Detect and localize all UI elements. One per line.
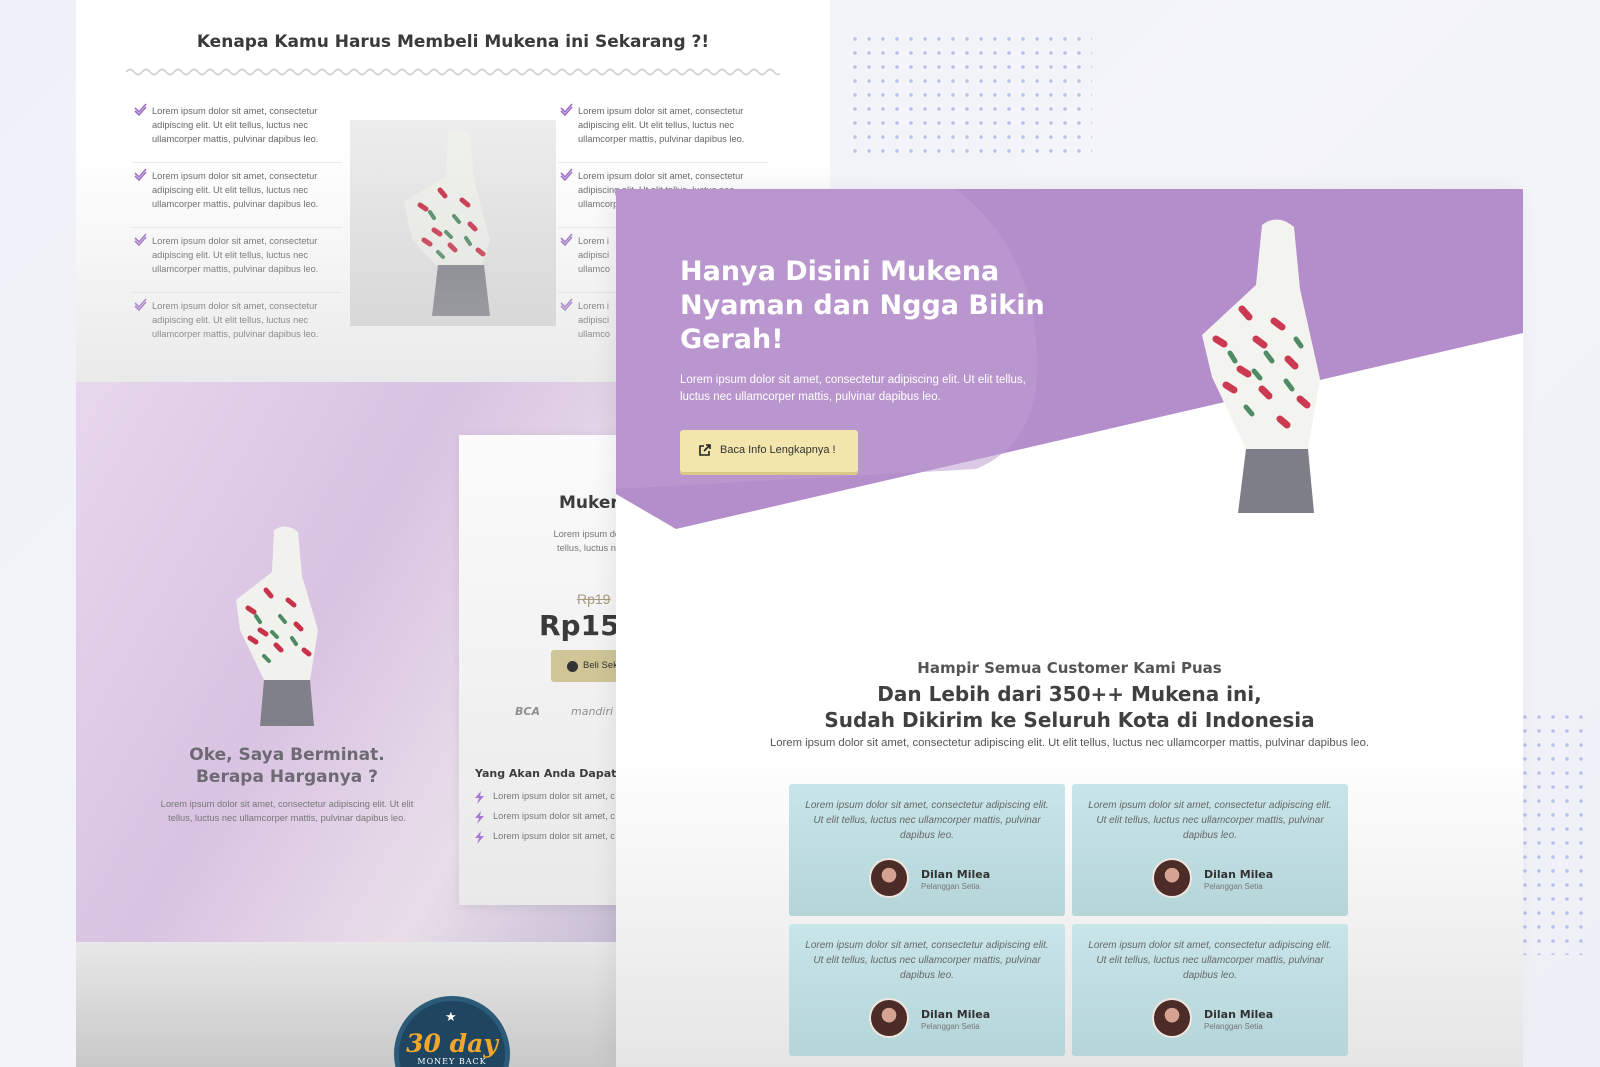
testimonial-card: Lorem ipsum dolor sit amet, consectetur … [789,784,1065,916]
bank-logo-mandiri: mandiri [571,705,614,718]
check-icon [560,233,573,246]
benefit-item: Lorem ipsum dolor sit amet, consectetur … [132,163,342,228]
benefit-item: Lorem ipsum dolor sit amet, consectetur … [132,98,342,163]
check-icon [560,103,573,116]
check-icon [134,168,147,181]
bolt-icon [475,831,484,844]
benefit-item: Lorem ipsum dolor sit amet, consectetur … [132,293,342,358]
hero-title: Hanya Disini Mukena Nyaman dan Ngga Biki… [680,256,1045,355]
benefit-text: Lorem ipsum dolor sit amet, consectetur … [152,301,319,339]
bottom-fade [616,749,1523,1067]
benefit-item: Lorem ipsum dolor sit amet, consectetur … [132,228,342,293]
testimonial-name: Dilan Milea [1204,868,1274,881]
avatar [869,998,909,1038]
check-icon [560,168,573,181]
dot-pattern-top [848,32,1092,154]
wave-divider [126,68,780,76]
read-more-button[interactable]: Baca Info Lengkapnya ! [680,430,858,472]
benefit-text: Lorem ipsum dolor sit amet, consectetur … [578,106,745,144]
interest-text: Lorem ipsum dolor sit amet, consectetur … [160,799,414,823]
avatar [1152,858,1192,898]
testimonial-name: Dilan Milea [921,868,991,881]
testimonial-role: Pelanggan Setia [1204,1022,1263,1031]
interest-title: Oke, Saya Berminat. Berapa Harganya ? [189,745,385,787]
benefit-text-clipped: Lorem i adipisci ullamco [578,236,611,274]
bank-logo-bca: BCA [515,705,540,718]
benefit-text: Lorem ipsum dolor sit amet, consectetur … [152,171,319,209]
testimonial-name: Dilan Milea [921,1008,991,1021]
old-price: Rp19 [577,591,611,607]
testimonial-name: Dilan Milea [1204,1008,1274,1021]
hero-model-image [1202,219,1320,513]
avatar [869,858,909,898]
arrow-circle-icon [567,661,578,672]
testimonial-role: Pelanggan Setia [921,1022,980,1031]
external-link-icon [699,444,711,456]
avatar [1152,998,1192,1038]
star-icon: ★ [445,1009,457,1024]
check-icon [134,103,147,116]
customers-eyebrow: Hampir Semua Customer Kami Puas [917,659,1222,677]
price-card-subheading: Yang Akan Anda Dapat [475,767,617,780]
customers-title: Dan Lebih dari 350++ Mukena ini, Sudah Di… [824,682,1315,732]
customers-text: Lorem ipsum dolor sit amet, consectetur … [769,737,1369,749]
benefit-item: Lorem ipsum dolor sit amet, consectetur … [558,98,768,163]
testimonial-role: Pelanggan Setia [1204,882,1263,891]
dot-pattern-right [1518,710,1590,955]
product-photo [350,120,556,326]
hero-background [616,189,1523,529]
model-figure [236,526,318,726]
testimonial-role: Pelanggan Setia [921,882,980,891]
testimonial-card: Lorem ipsum dolor sit amet, consectetur … [789,924,1065,1056]
hero-text: Lorem ipsum dolor sit amet, consectetur … [680,374,1026,403]
section-title: Kenapa Kamu Harus Membeli Mukena ini Sek… [196,32,710,52]
benefit-text-clipped: Lorem i adipisci ullamco [578,301,611,339]
benefit-text: Lorem ipsum dolor sit amet, consectetur … [152,236,319,274]
benefit-text: Lorem ipsum dolor sit amet, consectetur … [152,106,319,144]
front-page-preview: Hanya Disini Mukena Nyaman dan Ngga Biki… [616,189,1523,1067]
check-icon [560,298,573,311]
testimonial-card: Lorem ipsum dolor sit amet, consectetur … [1072,924,1348,1056]
model-figure [404,130,490,316]
check-icon [134,233,147,246]
check-icon [134,298,147,311]
benefit-list-left: Lorem ipsum dolor sit amet, consectetur … [132,98,342,358]
testimonial-card: Lorem ipsum dolor sit amet, consectetur … [1072,784,1348,916]
bolt-icon [475,791,484,804]
bolt-icon [475,811,484,824]
price-card-title: Muker [559,493,619,513]
